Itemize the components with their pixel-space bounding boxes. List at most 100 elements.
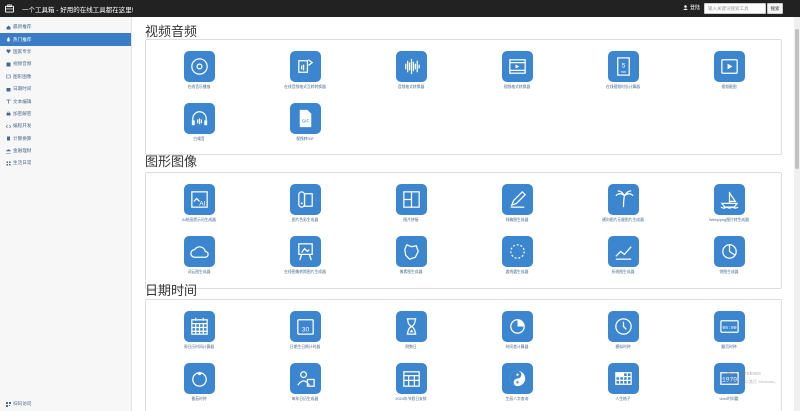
video-frame-icon[interactable] bbox=[713, 51, 745, 82]
tool-label[interactable]: 在线视频时长计算器 bbox=[570, 85, 676, 90]
tool-label[interactable]: AI绘画提示词生成器 bbox=[146, 218, 252, 223]
tool-card[interactable]: 番茄时钟 bbox=[146, 363, 252, 402]
tool-label[interactable]: 饼图生成器 bbox=[676, 270, 782, 275]
tomato-icon[interactable] bbox=[183, 363, 215, 394]
toolbox-logo-icon[interactable] bbox=[4, 4, 14, 14]
waveform-icon[interactable] bbox=[395, 51, 427, 82]
tool-label[interactable]: 日期生日倒计时器 bbox=[252, 345, 358, 350]
line-chart-icon[interactable] bbox=[607, 236, 639, 267]
tool-label[interactable]: 折线图生成器 bbox=[570, 270, 676, 275]
tool-label[interactable]: 白噪音 bbox=[146, 137, 252, 142]
tool-card[interactable]: 折线图生成器 bbox=[570, 236, 676, 275]
map-icon[interactable] bbox=[395, 236, 427, 267]
clock-icon[interactable] bbox=[607, 311, 639, 342]
five-min-icon[interactable]: 5 min bbox=[607, 51, 639, 82]
tool-label[interactable]: 视频转GIF bbox=[252, 137, 358, 142]
tool-label[interactable]: 番茄时钟 bbox=[146, 397, 252, 402]
digital-clock-icon[interactable]: 08:00 bbox=[713, 311, 745, 342]
tool-label[interactable]: Webp/png图片转生成器 bbox=[676, 218, 782, 223]
sidebar-item-0[interactable]: 最新推荐 bbox=[0, 21, 131, 33]
sidebar-item-11[interactable]: 生活日常 bbox=[0, 157, 131, 169]
tool-card[interactable]: 2024年节假日安排 bbox=[358, 363, 464, 402]
gif-file-icon[interactable]: GIF bbox=[289, 103, 321, 134]
tool-card[interactable]: 周日历时间计算器 bbox=[146, 311, 252, 350]
tool-card[interactable]: Webp/png图片转生成器 bbox=[676, 184, 782, 223]
page-scrollbar[interactable] bbox=[794, 17, 800, 411]
tool-label[interactable]: 倒数日 bbox=[358, 345, 464, 350]
tool-label[interactable]: 2024年节假日安排 bbox=[358, 397, 464, 402]
audio-convert-icon[interactable] bbox=[289, 51, 321, 82]
tool-card[interactable]: 在线音乐播放 bbox=[146, 51, 252, 90]
dashed-circle-icon[interactable] bbox=[501, 236, 533, 267]
sidebar-item-7[interactable]: 加密解密 bbox=[0, 108, 131, 120]
tool-label[interactable]: 在线音乐播放 bbox=[146, 85, 252, 90]
site-title[interactable]: 一个工具箱 - 好用的在线工具都在这里! bbox=[22, 4, 134, 14]
video-icon[interactable] bbox=[501, 51, 533, 82]
tool-card[interactable]: 倒数日 bbox=[358, 311, 464, 350]
pie-clock-icon[interactable] bbox=[501, 311, 533, 342]
sidebar-item-1[interactable]: 热门推荐 bbox=[0, 33, 131, 46]
tool-label[interactable]: 横向图片无缝图片生成器 bbox=[570, 218, 676, 223]
calendar-year-icon[interactable] bbox=[395, 363, 427, 394]
tool-card[interactable]: 模拟时钟 bbox=[570, 311, 676, 350]
tool-label[interactable]: 在线图像转换图片生成器 bbox=[252, 270, 358, 275]
person-calendar-icon[interactable] bbox=[289, 363, 321, 394]
tool-label[interactable]: 人生格子 bbox=[570, 397, 676, 402]
tool-label[interactable]: 翻页时钟 bbox=[676, 345, 782, 350]
tool-label[interactable]: 每年日历生成器 bbox=[252, 397, 358, 402]
search-button[interactable]: 搜索 bbox=[767, 3, 783, 14]
tool-label[interactable]: 视频格式转换器 bbox=[464, 85, 570, 90]
tool-card[interactable]: 饼图生成器 bbox=[676, 236, 782, 275]
pie-chart-icon[interactable] bbox=[713, 236, 745, 267]
tool-card[interactable]: 虚线圆生成器 bbox=[464, 236, 570, 275]
sidebar-item-5[interactable]: 日期时间 bbox=[0, 83, 131, 95]
tool-card[interactable]: 30 日期生日倒计时器 bbox=[252, 311, 358, 350]
sidebar-item-10[interactable]: 金融理财 bbox=[0, 145, 131, 157]
tool-card[interactable]: 生辰八字查询 bbox=[464, 363, 570, 402]
tool-card[interactable]: 线稿图生成器 bbox=[464, 184, 570, 223]
disc-icon[interactable] bbox=[183, 51, 215, 82]
sidebar-item-6[interactable]: 文本编辑 bbox=[0, 95, 131, 107]
life-grid-icon[interactable] bbox=[607, 363, 639, 394]
sidebar-item-9[interactable]: 计算换算 bbox=[0, 133, 131, 145]
tool-card[interactable]: 在线图像转换图片生成器 bbox=[252, 236, 358, 275]
boat-icon[interactable] bbox=[713, 184, 745, 215]
tool-label[interactable]: 视频截图 bbox=[676, 85, 782, 90]
tool-label[interactable]: 图片拼接 bbox=[358, 218, 464, 223]
cloud-icon[interactable] bbox=[183, 236, 215, 267]
ai-image-icon[interactable]: AI bbox=[183, 184, 215, 215]
tool-card[interactable]: 白噪音 bbox=[146, 103, 252, 142]
tool-card[interactable]: 音频格式转换器 bbox=[358, 51, 464, 90]
tool-card[interactable]: 在线音频格式互转转换器 bbox=[252, 51, 358, 90]
tool-card[interactable]: AI AI绘画提示词生成器 bbox=[146, 184, 252, 223]
tool-card[interactable]: 视频截图 bbox=[676, 51, 782, 90]
easel-icon[interactable] bbox=[289, 236, 321, 267]
sidebar-item-4[interactable]: 图形图像 bbox=[0, 71, 131, 83]
sidebar-item-8[interactable]: 编程开发 bbox=[0, 120, 131, 132]
hourglass-icon[interactable] bbox=[395, 311, 427, 342]
tool-label[interactable]: 在线音频格式互转转换器 bbox=[252, 85, 358, 90]
tool-card[interactable]: 横向图片无缝图片生成器 bbox=[570, 184, 676, 223]
tool-card[interactable]: 图片拼接 bbox=[358, 184, 464, 223]
tool-card[interactable]: 词云图生成器 bbox=[146, 236, 252, 275]
tool-card[interactable]: 图片色彩生成器 bbox=[252, 184, 358, 223]
tool-label[interactable]: Unix时间戳 bbox=[676, 397, 782, 402]
yin-yang-icon[interactable] bbox=[501, 363, 533, 394]
headphones-icon[interactable] bbox=[183, 103, 215, 134]
tool-card[interactable]: 5 min 在线视频时长计算器 bbox=[570, 51, 676, 90]
tool-card[interactable]: 08:00 翻页时钟 bbox=[676, 311, 782, 350]
sidebar-item-3[interactable]: 视频音频 bbox=[0, 58, 131, 70]
tool-label[interactable]: 图片色彩生成器 bbox=[252, 218, 358, 223]
sidebar-item-2[interactable]: 国家专享 bbox=[0, 46, 131, 58]
day-30-icon[interactable]: 30 bbox=[289, 311, 321, 342]
palette-icon[interactable] bbox=[289, 184, 321, 215]
tool-card[interactable]: 像素图生成器 bbox=[358, 236, 464, 275]
tool-label[interactable]: 模拟时钟 bbox=[570, 345, 676, 350]
tool-card[interactable]: 每年日历生成器 bbox=[252, 363, 358, 402]
collage-icon[interactable] bbox=[395, 184, 427, 215]
search-input[interactable]: 输入关键词搜索工具 bbox=[704, 3, 766, 14]
pencil-icon[interactable] bbox=[501, 184, 533, 215]
tool-label[interactable]: 时间差计算器 bbox=[464, 345, 570, 350]
login-link[interactable]: 登陆 bbox=[683, 4, 700, 11]
tool-card[interactable]: 视频格式转换器 bbox=[464, 51, 570, 90]
